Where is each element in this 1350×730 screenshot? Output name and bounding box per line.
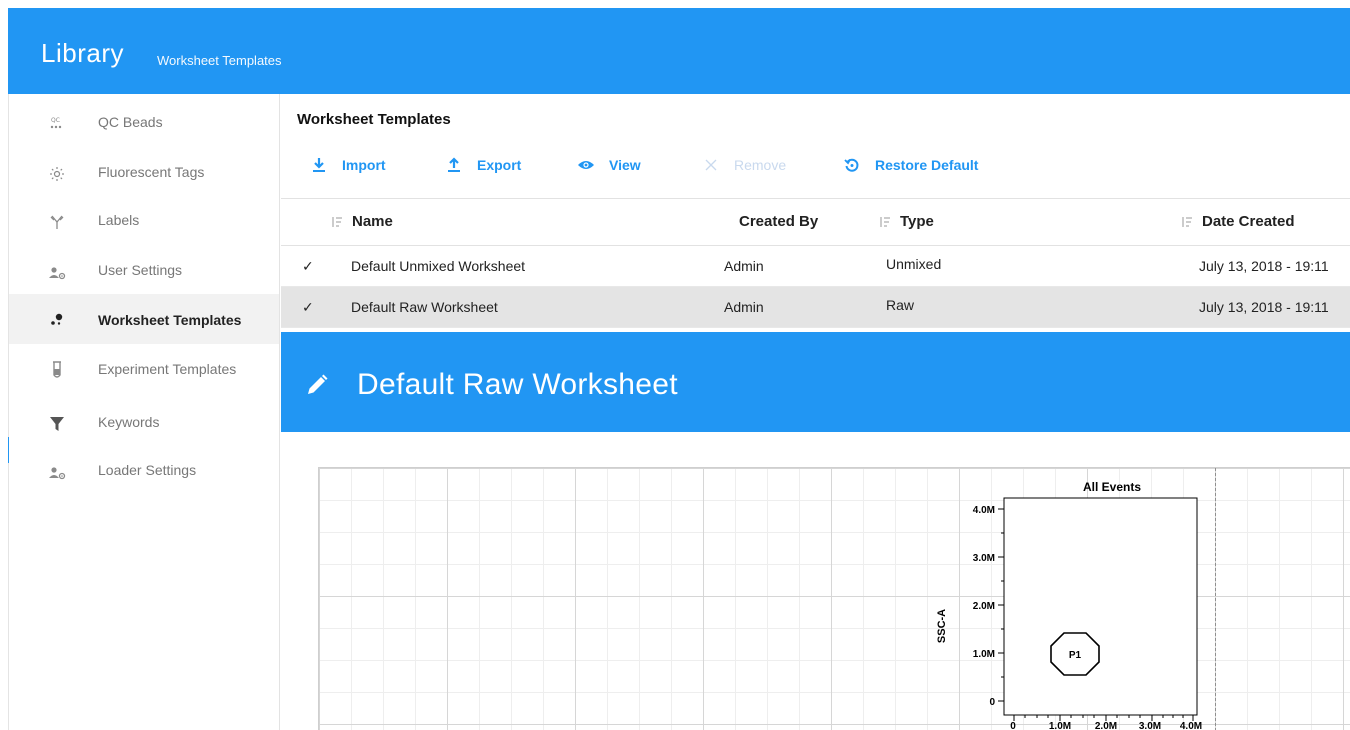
row-created-by: Admin xyxy=(724,299,764,315)
x-tick-label: 2.0M xyxy=(1095,721,1117,730)
page-title: Worksheet Templates xyxy=(297,111,451,128)
gate-label: P1 xyxy=(1069,650,1082,661)
table-row[interactable]: ✓ Default Unmixed Worksheet Admin Unmixe… xyxy=(281,246,1350,287)
row-date: July 13, 2018 - 19:11 xyxy=(1199,258,1329,274)
table-row-selected[interactable]: ✓ Default Raw Worksheet Admin Raw July 1… xyxy=(281,287,1350,328)
sort-icon xyxy=(1182,216,1192,227)
y-tick-label: 3.0M xyxy=(973,553,995,564)
view-button[interactable]: View xyxy=(577,152,641,178)
plot-area[interactable] xyxy=(1003,497,1198,716)
import-button[interactable]: Import xyxy=(310,152,386,178)
x-tick-label: 1.0M xyxy=(1049,721,1071,730)
y-axis: 4.0M 3.0M 2.0M 1.0M 0 xyxy=(973,505,1004,708)
sidebar-item-qc-beads[interactable]: QC QC Beads xyxy=(9,98,279,148)
x-tick-label: 3.0M xyxy=(1139,721,1161,730)
y-tick-label: 0 xyxy=(989,697,995,708)
plot-title: All Events xyxy=(1083,480,1141,494)
funnel-icon xyxy=(47,414,67,434)
sidebar-item-label: Experiment Templates xyxy=(98,361,237,377)
remove-label: Remove xyxy=(734,157,787,173)
detail-title: Default Raw Worksheet xyxy=(357,368,678,401)
row-check-icon[interactable]: ✓ xyxy=(302,258,314,275)
column-label: Date Created xyxy=(1202,213,1295,230)
pencil-icon[interactable] xyxy=(305,373,329,397)
row-date: July 13, 2018 - 19:11 xyxy=(1199,299,1329,315)
fluorescent-icon xyxy=(47,164,67,184)
app-title: Library xyxy=(41,38,124,68)
column-header-created-by[interactable]: Created By xyxy=(739,213,818,230)
row-check-icon[interactable]: ✓ xyxy=(302,299,314,316)
antibody-icon xyxy=(47,212,67,232)
column-header-type[interactable]: Type xyxy=(879,213,934,230)
eye-icon xyxy=(577,156,595,174)
x-tick-label: 0 xyxy=(1010,721,1016,730)
detail-banner: Default Raw Worksheet xyxy=(281,332,1350,432)
sidebar: QC QC Beads Fluorescent Tags Labels User… xyxy=(9,94,280,730)
restore-icon xyxy=(843,156,861,174)
row-name: Default Unmixed Worksheet xyxy=(351,258,526,274)
main-content: Worksheet Templates Import Export View R… xyxy=(281,94,1350,730)
sidebar-item-user-settings[interactable]: User Settings xyxy=(9,248,279,298)
view-label: View xyxy=(609,157,641,173)
user-settings-icon xyxy=(47,263,67,283)
sort-icon xyxy=(880,216,890,227)
user-settings-icon xyxy=(47,463,67,483)
sidebar-item-worksheet-templates[interactable]: Worksheet Templates xyxy=(9,294,279,344)
close-icon xyxy=(702,156,720,174)
column-header-date-created[interactable]: Date Created xyxy=(1181,213,1295,230)
remove-button[interactable]: Remove xyxy=(702,152,786,178)
worksheet-canvas[interactable]: All Events SSC-A 4.0M 3.0M 2.0M 1.0M 0 0… xyxy=(318,467,1350,730)
app-header: Library Worksheet Templates xyxy=(8,8,1350,94)
restore-label: Restore Default xyxy=(875,157,979,173)
sidebar-item-loader-settings[interactable]: Loader Settings xyxy=(9,448,279,498)
toolbar: Import Export View Remove Restore Defaul… xyxy=(281,152,1350,178)
row-type: Unmixed xyxy=(886,256,942,272)
column-label: Type xyxy=(900,213,934,230)
sidebar-item-label: User Settings xyxy=(98,262,183,278)
row-name: Default Raw Worksheet xyxy=(351,299,498,315)
sidebar-item-keywords[interactable]: Keywords xyxy=(9,398,279,448)
qc-beads-icon: QC xyxy=(47,113,67,133)
sidebar-item-label: Keywords xyxy=(98,414,160,430)
restore-default-button[interactable]: Restore Default xyxy=(843,152,978,178)
sidebar-item-labels[interactable]: Labels xyxy=(9,198,279,248)
y-tick-label: 2.0M xyxy=(973,601,995,612)
export-label: Export xyxy=(477,157,522,173)
worksheet-dots-icon xyxy=(47,310,67,330)
plot-svg: All Events SSC-A 4.0M 3.0M 2.0M 1.0M 0 0… xyxy=(936,480,1202,730)
download-icon xyxy=(310,156,328,174)
sort-icon xyxy=(332,216,342,227)
upload-icon xyxy=(445,156,463,174)
sidebar-item-fluorescent-tags[interactable]: Fluorescent Tags xyxy=(9,148,279,198)
column-label: Name xyxy=(352,213,393,230)
import-label: Import xyxy=(342,157,386,173)
sidebar-item-label: Fluorescent Tags xyxy=(98,164,205,180)
sidebar-item-label: Worksheet Templates xyxy=(98,312,242,328)
y-tick-label: 1.0M xyxy=(973,649,995,660)
column-header-name[interactable]: Name xyxy=(331,213,393,230)
sidebar-item-label: Labels xyxy=(98,212,140,228)
plot-ylabel: SSC-A xyxy=(936,609,948,643)
column-label: Created By xyxy=(739,213,819,230)
table-header: Name Created By Type Date Created xyxy=(281,198,1350,246)
sidebar-item-experiment-templates[interactable]: Experiment Templates xyxy=(9,348,279,398)
export-button[interactable]: Export xyxy=(445,152,521,178)
sidebar-item-label: QC Beads xyxy=(98,114,163,130)
x-axis: 0 1.0M 2.0M 3.0M 4.0M xyxy=(1010,715,1202,730)
app-subtitle: Worksheet Templates xyxy=(157,53,282,68)
sidebar-item-label: Loader Settings xyxy=(98,462,197,478)
test-tube-icon xyxy=(47,360,67,380)
svg-text:QC: QC xyxy=(51,117,60,124)
row-type: Raw xyxy=(886,297,915,313)
y-tick-label: 4.0M xyxy=(973,505,995,516)
row-created-by: Admin xyxy=(724,258,764,274)
x-tick-label: 4.0M xyxy=(1180,721,1202,730)
